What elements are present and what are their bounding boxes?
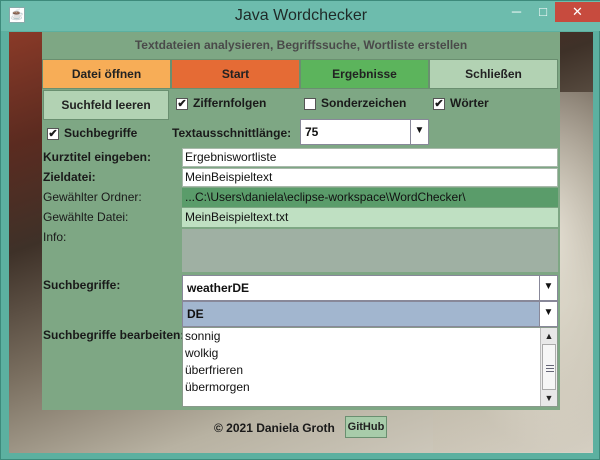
results-button[interactable]: Ergebnisse [300, 59, 429, 89]
unchecked-box-icon [304, 97, 316, 110]
words-label: Wörter [450, 96, 489, 110]
copyright-text: © 2021 Daniela Groth [214, 421, 335, 435]
term-line: überfrieren [185, 363, 244, 377]
term-line: sonnig [185, 329, 221, 343]
github-button[interactable]: GitHub [345, 416, 387, 438]
open-file-button[interactable]: Datei öffnen [42, 59, 171, 89]
chevron-down-icon[interactable]: ▼ [539, 302, 557, 326]
info-label: Info: [43, 230, 67, 244]
clear-search-button[interactable]: Suchfeld leeren [43, 90, 169, 120]
term-line: übermorgen [185, 380, 250, 394]
check-icon: ✔ [433, 97, 445, 110]
content-area: Textdateien analysieren, Begriffssuche, … [9, 32, 593, 453]
search-terms-checkbox[interactable]: ✔ Suchbegriffe [47, 125, 137, 141]
language-select[interactable]: DE ▼ [182, 301, 558, 327]
chevron-down-icon[interactable]: ▼ [410, 120, 428, 144]
info-box [182, 229, 558, 272]
close-button[interactable]: Schließen [429, 59, 558, 89]
special-chars-label: Sonderzeichen [321, 96, 407, 110]
scroll-up-icon[interactable]: ▲ [541, 328, 557, 344]
start-button[interactable]: Start [171, 59, 300, 89]
file-label: Gewählte Datei: [43, 210, 129, 224]
folder-value: ...C:\Users\daniela\eclipse-workspace\Wo… [182, 188, 558, 207]
vertical-scrollbar[interactable]: ▲ ▼ [540, 328, 557, 406]
excerpt-length-label: Textausschnittlänge: [172, 126, 292, 140]
target-file-label: Zieldatei: [43, 170, 96, 184]
target-file-input[interactable]: MeinBeispieltext [182, 168, 558, 187]
digits-label: Ziffernfolgen [193, 96, 267, 110]
edit-terms-label: Suchbegriffe bearbeiten: [43, 328, 185, 342]
short-title-label: Kurztitel eingeben: [43, 150, 152, 164]
words-checkbox[interactable]: ✔ Wörter [433, 95, 489, 111]
search-list-label: Suchbegriffe: [43, 278, 121, 292]
excerpt-length-select[interactable]: 75 ▼ [300, 119, 429, 145]
folder-label: Gewählter Ordner: [43, 190, 142, 204]
excerpt-length-value: 75 [305, 125, 319, 139]
main-panel: Textdateien analysieren, Begriffssuche, … [42, 32, 560, 410]
term-line: wolkig [185, 346, 219, 360]
search-terms-label: Suchbegriffe [64, 126, 138, 140]
file-value: MeinBeispieltext.txt [182, 208, 558, 227]
maximize-button[interactable]: □ [531, 2, 555, 22]
minimize-button[interactable]: ─ [503, 2, 530, 22]
grip-line [546, 371, 554, 372]
short-title-input[interactable]: Ergebniswortliste [182, 148, 558, 167]
grip-line [546, 365, 554, 366]
close-window-button[interactable]: ✕ [555, 2, 600, 22]
app-window: ☕ Java Wordchecker ─ □ ✕ Textdateien ana… [0, 0, 600, 460]
special-chars-checkbox[interactable]: Sonderzeichen [304, 95, 406, 111]
search-list-value: weatherDE [187, 281, 250, 295]
app-heading: Textdateien analysieren, Begriffssuche, … [134, 38, 468, 52]
title-bar: ☕ Java Wordchecker ─ □ ✕ [1, 1, 600, 31]
terms-textarea[interactable]: sonnig wolkig überfrieren übermorgen ▲ ▼ [182, 327, 558, 407]
language-value: DE [187, 307, 204, 321]
scrollbar-thumb[interactable] [542, 344, 556, 390]
digits-checkbox[interactable]: ✔ Ziffernfolgen [176, 95, 266, 111]
grip-line [546, 368, 554, 369]
check-icon: ✔ [47, 127, 59, 140]
search-list-select[interactable]: weatherDE ▼ [182, 275, 558, 301]
check-icon: ✔ [176, 97, 188, 110]
chevron-down-icon[interactable]: ▼ [539, 276, 557, 300]
scroll-down-icon[interactable]: ▼ [541, 390, 557, 406]
